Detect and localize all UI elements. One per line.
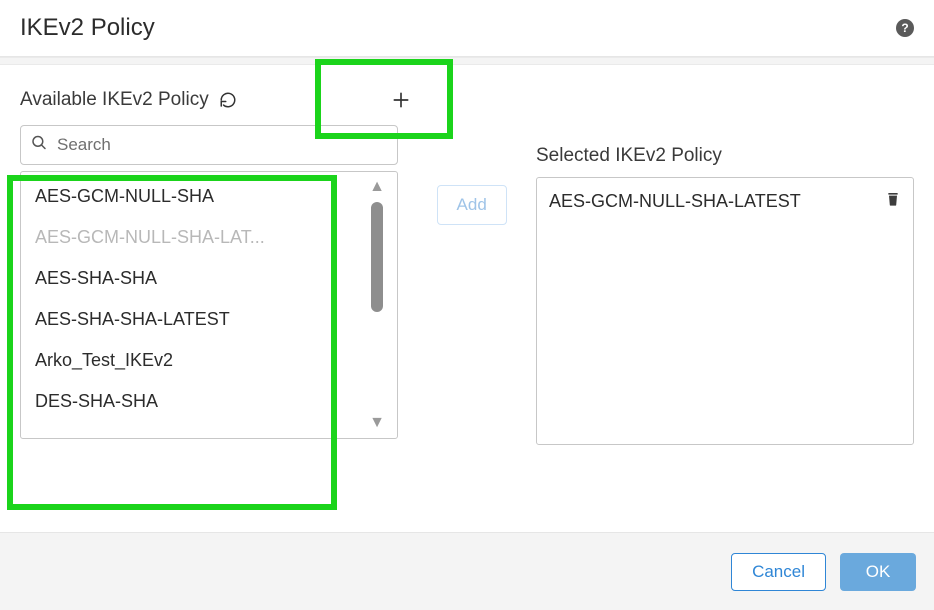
selected-item-label: AES-GCM-NULL-SHA-LATEST	[549, 191, 801, 212]
selected-column: Selected IKEv2 Policy AES-GCM-NULL-SHA-L…	[536, 85, 914, 445]
dialog-footer: Cancel OK	[0, 532, 934, 610]
list-item[interactable]: DES-SHA-SHA	[21, 381, 357, 422]
search-input[interactable]	[20, 125, 398, 165]
ok-button[interactable]: OK	[840, 553, 916, 591]
available-list: AES-GCM-NULL-SHA AES-GCM-NULL-SHA-LAT...…	[21, 172, 357, 438]
trash-icon[interactable]	[885, 190, 901, 213]
add-button[interactable]: Add	[437, 185, 507, 225]
selected-listbox: AES-GCM-NULL-SHA-LATEST	[536, 177, 914, 445]
list-item[interactable]: AES-GCM-NULL-SHA	[21, 176, 357, 217]
content-area: Available IKEv2 Policy	[0, 65, 934, 445]
cancel-button[interactable]: Cancel	[731, 553, 826, 591]
dialog-header: IKEv2 Policy ?	[0, 0, 934, 57]
available-title: Available IKEv2 Policy	[20, 89, 209, 111]
middle-column: Add	[437, 85, 516, 445]
available-header: Available IKEv2 Policy	[20, 85, 417, 115]
selected-row: AES-GCM-NULL-SHA-LATEST	[549, 186, 901, 217]
plus-icon[interactable]	[391, 90, 411, 110]
scrollbar-track[interactable]	[371, 202, 383, 408]
scrollbar-thumb[interactable]	[371, 202, 383, 312]
help-icon[interactable]: ?	[896, 19, 914, 37]
list-item[interactable]: Arko_Test_IKEv2	[21, 340, 357, 381]
refresh-icon[interactable]	[219, 91, 237, 109]
list-item[interactable]: AES-SHA-SHA-LATEST	[21, 299, 357, 340]
search-wrapper	[20, 125, 398, 165]
search-icon	[30, 134, 48, 157]
available-column: Available IKEv2 Policy	[20, 85, 417, 445]
page-title: IKEv2 Policy	[20, 14, 155, 42]
divider	[0, 57, 934, 65]
scroll-up-icon[interactable]: ▲	[369, 178, 385, 196]
list-item[interactable]: AES-SHA-SHA	[21, 258, 357, 299]
selected-title: Selected IKEv2 Policy	[536, 145, 914, 167]
available-listbox: AES-GCM-NULL-SHA AES-GCM-NULL-SHA-LAT...…	[20, 171, 398, 439]
scrollbar: ▲ ▼	[357, 172, 397, 438]
list-item: AES-GCM-NULL-SHA-LAT...	[21, 217, 357, 258]
scroll-down-icon[interactable]: ▼	[369, 414, 385, 432]
